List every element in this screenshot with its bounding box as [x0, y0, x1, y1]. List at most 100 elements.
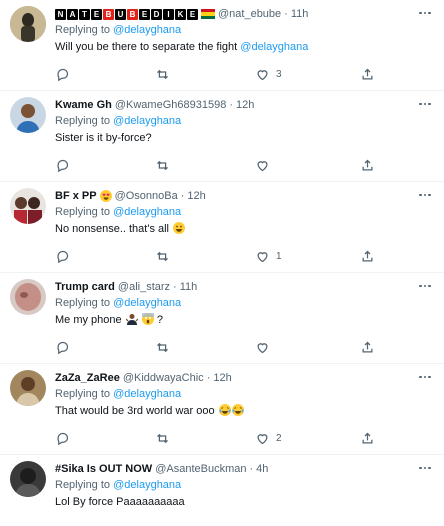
tweet-text: Will you be there to separate the fight …: [55, 41, 309, 53]
retweet-button[interactable]: [155, 339, 170, 355]
reply-button[interactable]: [55, 430, 70, 446]
tweet-reply[interactable]: Trump card @ali_starz · 11h Replying to …: [0, 273, 444, 364]
avatar-image: [10, 461, 46, 497]
timestamp[interactable]: 11h: [180, 281, 198, 293]
avatar-image: [10, 188, 46, 224]
share-button[interactable]: [360, 157, 375, 173]
more-options-icon[interactable]: [416, 188, 434, 202]
avatar-image: [10, 370, 46, 406]
replying-to: Replying to @delayghana: [55, 297, 182, 309]
like-count: 1: [276, 250, 282, 262]
avatar-image: [10, 279, 46, 315]
avatar[interactable]: [10, 279, 46, 315]
tweet-text: That would be 3rd world war ooo: [55, 403, 434, 419]
reply-icon: [57, 68, 69, 81]
separator-dot: ·: [284, 8, 288, 20]
replying-to-mention[interactable]: @delayghana: [113, 24, 181, 36]
replying-to-mention[interactable]: @delayghana: [113, 206, 181, 218]
avatar[interactable]: [10, 97, 46, 133]
heart-icon: [257, 433, 268, 444]
user-handle[interactable]: @AsanteBuckman: [155, 463, 246, 475]
reply-button[interactable]: [55, 248, 70, 264]
reply-button[interactable]: [55, 66, 70, 82]
replying-to: Replying to @delayghana: [55, 206, 182, 218]
tweet-text: Me my phone ?: [55, 313, 163, 326]
share-icon: [362, 432, 373, 443]
display-name[interactable]: BF x PP: [55, 190, 97, 202]
reply-button[interactable]: [55, 157, 70, 173]
avatar[interactable]: [10, 461, 46, 497]
heart-icon: [257, 251, 268, 262]
replying-to-mention[interactable]: @delayghana: [113, 388, 181, 400]
separator-dot: ·: [249, 463, 254, 475]
like-button[interactable]: [255, 339, 276, 355]
grinning-emoji-icon: [173, 222, 186, 234]
user-handle[interactable]: @KiddwayaChic: [123, 372, 204, 384]
timestamp[interactable]: 4h: [256, 463, 268, 475]
person-shrugging-emoji-icon: [125, 313, 139, 325]
retweet-button[interactable]: [155, 66, 170, 82]
more-options-icon[interactable]: [416, 97, 434, 111]
share-icon: [362, 159, 373, 170]
avatar[interactable]: [10, 6, 46, 42]
heart-eyes-emoji-icon: [99, 190, 112, 202]
user-handle[interactable]: @nat_ebube: [218, 8, 281, 20]
tweet-reply[interactable]: ZaZa_ZaRee @KiddwayaChic · 12h Replying …: [0, 364, 444, 455]
reply-timeline: NATE BUBE DIKE @nat_ebube · 11h Replying…: [0, 0, 444, 526]
display-name[interactable]: ZaZa_ZaRee: [55, 372, 120, 384]
display-name[interactable]: Kwame Gh: [55, 99, 112, 111]
replying-to-mention[interactable]: @delayghana: [113, 479, 181, 491]
ghana-flag-icon: [201, 9, 215, 19]
timestamp[interactable]: 11h: [291, 8, 309, 20]
tweet-text: Lol By force Paaaaaaaaaa: [55, 496, 185, 508]
share-button[interactable]: [360, 248, 375, 264]
user-handle[interactable]: @OsonnoBa: [115, 190, 178, 202]
share-button[interactable]: [360, 430, 375, 446]
replying-to: Replying to @delayghana: [55, 388, 182, 400]
like-button[interactable]: 3: [255, 66, 282, 82]
timestamp[interactable]: 12h: [187, 190, 205, 202]
user-handle[interactable]: @ali_starz: [118, 281, 170, 293]
like-button[interactable]: [255, 157, 276, 173]
more-options-icon[interactable]: [416, 6, 434, 20]
text-mention[interactable]: @delayghana: [240, 41, 308, 53]
screaming-emoji-icon: [141, 313, 154, 325]
like-count: 3: [276, 68, 282, 80]
more-options-icon[interactable]: [416, 461, 434, 475]
timestamp[interactable]: 12h: [213, 372, 231, 384]
reply-icon: [57, 432, 69, 445]
more-options-icon[interactable]: [416, 370, 434, 384]
separator-dot: ·: [206, 372, 211, 384]
tweet-reply[interactable]: #Sika Is OUT NOW @AsanteBuckman · 4h Rep…: [0, 455, 444, 526]
avatar[interactable]: [10, 370, 46, 406]
like-button[interactable]: 1: [255, 248, 282, 264]
retweet-button[interactable]: [155, 248, 170, 264]
retweet-icon: [157, 69, 168, 79]
avatar-image: [10, 6, 46, 42]
share-button[interactable]: [360, 66, 375, 82]
replying-to-mention[interactable]: @delayghana: [113, 115, 181, 127]
retweet-button[interactable]: [155, 430, 170, 446]
display-name[interactable]: Trump card: [55, 281, 115, 293]
more-options-icon[interactable]: [416, 279, 434, 293]
tweet-reply[interactable]: NATE BUBE DIKE @nat_ebube · 11h Replying…: [0, 0, 444, 91]
like-button[interactable]: 2: [255, 430, 282, 446]
timestamp[interactable]: 12h: [236, 99, 254, 111]
avatar-image: [10, 97, 46, 133]
tweet-reply[interactable]: BF x PP @OsonnoBa · 12h Replying to @del…: [0, 182, 444, 273]
separator-dot: ·: [180, 190, 185, 202]
heart-icon: [257, 342, 268, 353]
tears-of-joy-emoji-icon: [231, 404, 244, 416]
reply-icon: [57, 250, 69, 263]
tweet-text: No nonsense.. that's all: [55, 221, 434, 237]
replying-to-mention[interactable]: @delayghana: [113, 297, 181, 309]
share-icon: [362, 68, 373, 79]
share-button[interactable]: [360, 339, 375, 355]
user-handle[interactable]: @KwameGh68931598: [115, 99, 226, 111]
retweet-button[interactable]: [155, 157, 170, 173]
reply-button[interactable]: [55, 339, 70, 355]
display-name[interactable]: #Sika Is OUT NOW: [55, 463, 152, 475]
avatar[interactable]: [10, 188, 46, 224]
display-name[interactable]: NATE BUBE DIKE: [55, 8, 198, 20]
tweet-reply[interactable]: Kwame Gh @KwameGh68931598 · 12h Replying…: [0, 91, 444, 182]
